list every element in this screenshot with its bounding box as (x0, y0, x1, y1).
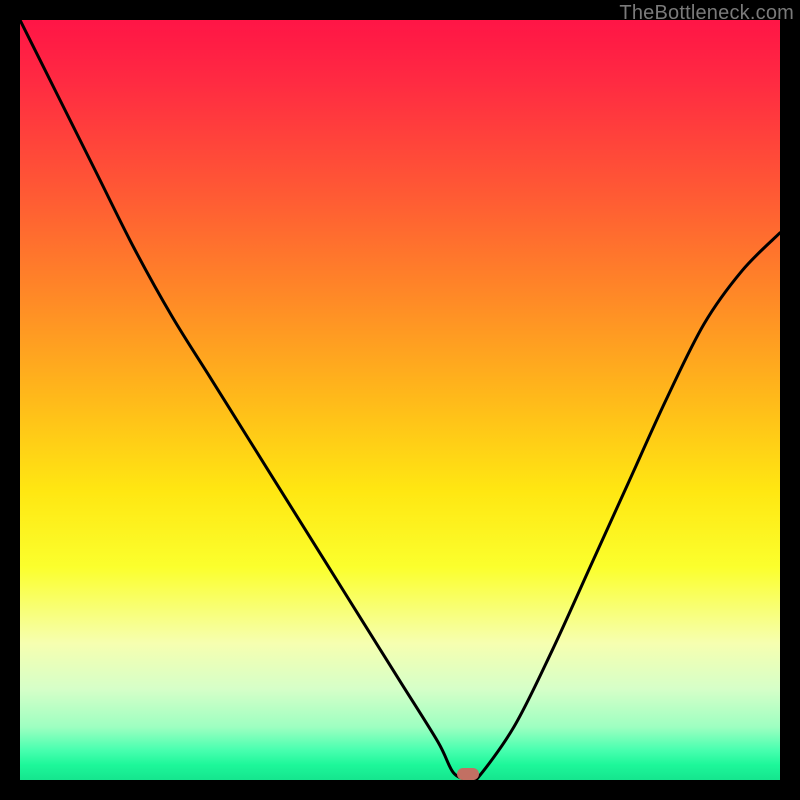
bottleneck-curve (20, 20, 780, 780)
chart-frame: TheBottleneck.com (0, 0, 800, 800)
watermark-text: TheBottleneck.com (619, 2, 794, 25)
minimum-marker (457, 768, 479, 780)
plot-area (20, 20, 780, 780)
